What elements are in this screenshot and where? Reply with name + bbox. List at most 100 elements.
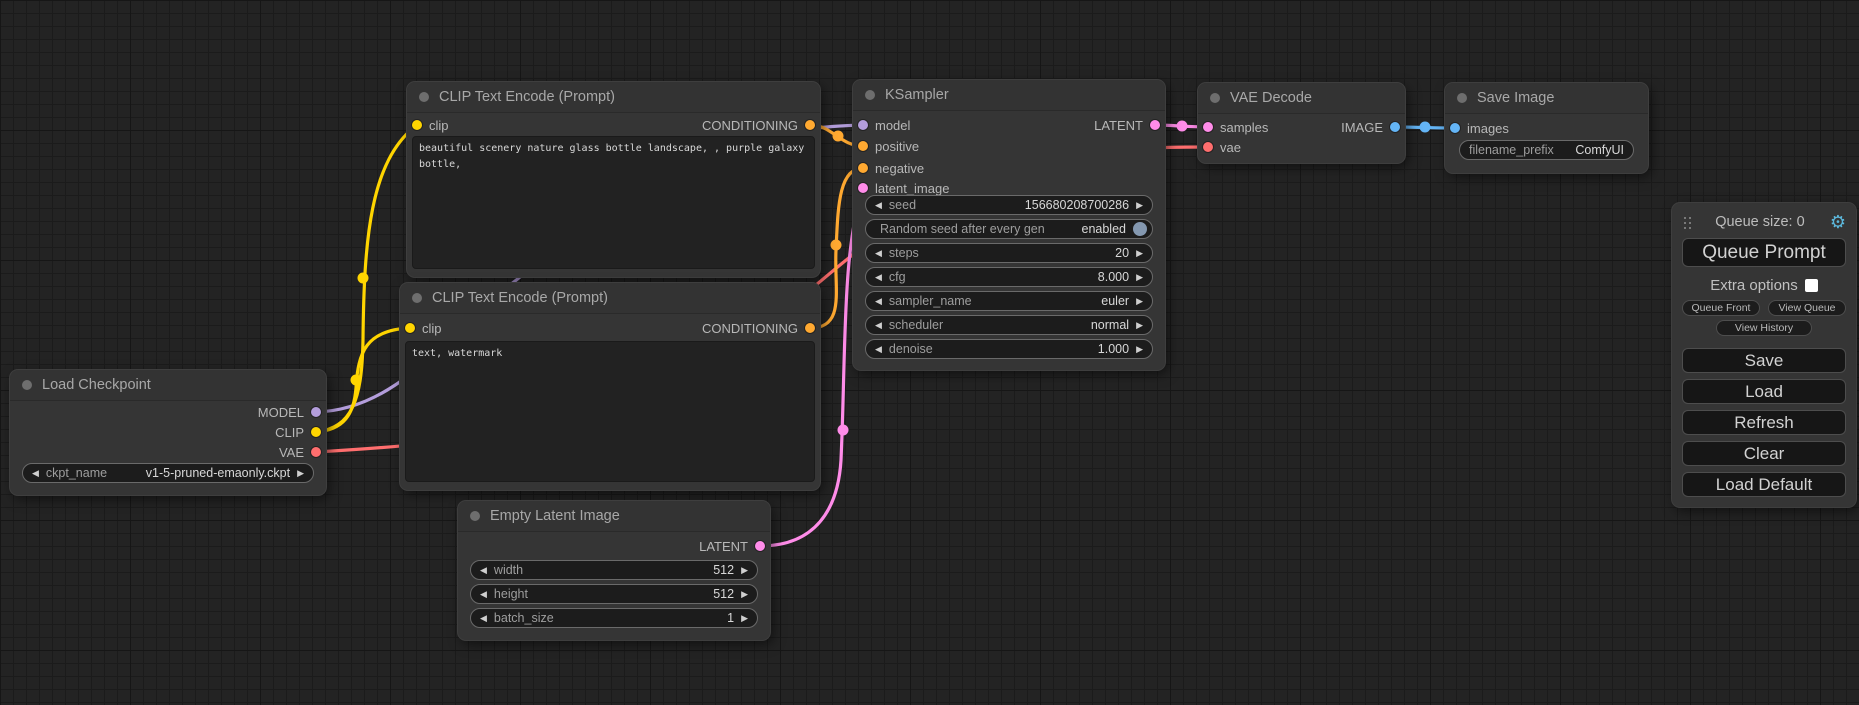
collapse-dot-icon[interactable]	[22, 380, 32, 390]
node-clip-text-encode-negative[interactable]: CLIP Text Encode (Prompt) clip CONDITION…	[400, 283, 820, 490]
input-clip: clip	[412, 115, 449, 135]
widget-value: 1	[727, 611, 734, 625]
sampler-name-widget[interactable]: ◀ sampler_name euler ▶	[865, 291, 1153, 311]
increment-arrow-icon[interactable]: ▶	[1136, 297, 1143, 306]
decrement-arrow-icon[interactable]: ◀	[875, 201, 882, 210]
increment-arrow-icon[interactable]: ▶	[1136, 345, 1143, 354]
clip-port-dot[interactable]	[412, 120, 422, 130]
scheduler-widget[interactable]: ◀ scheduler normal ▶	[865, 315, 1153, 335]
decrement-arrow-icon[interactable]: ◀	[875, 297, 882, 306]
increment-arrow-icon[interactable]: ▶	[741, 614, 748, 623]
widget-label: width	[494, 563, 523, 577]
widget-label: filename_prefix	[1469, 143, 1554, 157]
decrement-arrow-icon[interactable]: ◀	[875, 345, 882, 354]
ckpt-name-widget[interactable]: ◀ ckpt_name v1-5-pruned-emaonly.ckpt ▶	[22, 463, 314, 483]
load-default-button[interactable]: Load Default	[1682, 472, 1846, 497]
widget-value: 156680208700286	[1025, 198, 1129, 212]
collapse-dot-icon[interactable]	[412, 293, 422, 303]
conditioning-port-dot[interactable]	[805, 120, 815, 130]
collapse-dot-icon[interactable]	[865, 90, 875, 100]
decrement-arrow-icon[interactable]: ◀	[32, 469, 39, 478]
node-load-checkpoint[interactable]: Load Checkpoint MODEL CLIP VAE ◀ ckpt_na…	[10, 370, 326, 495]
latent-port-dot[interactable]	[1150, 120, 1160, 130]
width-widget[interactable]: ◀ width 512 ▶	[470, 560, 758, 580]
image-port-dot[interactable]	[1390, 122, 1400, 132]
clip-port-dot[interactable]	[311, 427, 321, 437]
random-seed-toggle-widget[interactable]: Random seed after every gen enabled	[865, 219, 1153, 239]
positive-prompt-textarea[interactable]: beautiful scenery nature glass bottle la…	[412, 136, 815, 269]
decrement-arrow-icon[interactable]: ◀	[875, 273, 882, 282]
output-image: IMAGE	[1341, 117, 1400, 137]
output-model: MODEL	[258, 402, 321, 422]
negative-prompt-textarea[interactable]: text, watermark	[405, 341, 815, 482]
increment-arrow-icon[interactable]: ▶	[1136, 321, 1143, 330]
save-button[interactable]: Save	[1682, 348, 1846, 373]
load-button[interactable]: Load	[1682, 379, 1846, 404]
steps-widget[interactable]: ◀ steps 20 ▶	[865, 243, 1153, 263]
link-dot	[833, 131, 844, 142]
node-title-bar: Empty Latent Image	[458, 501, 770, 532]
increment-arrow-icon[interactable]: ▶	[1136, 201, 1143, 210]
widget-label: ckpt_name	[46, 466, 107, 480]
latent-port-dot[interactable]	[1203, 122, 1213, 132]
collapse-dot-icon[interactable]	[419, 92, 429, 102]
conditioning-port-dot[interactable]	[858, 141, 868, 151]
decrement-arrow-icon[interactable]: ◀	[875, 321, 882, 330]
batch-size-widget[interactable]: ◀ batch_size 1 ▶	[470, 608, 758, 628]
decrement-arrow-icon[interactable]: ◀	[480, 614, 487, 623]
cfg-widget[interactable]: ◀ cfg 8.000 ▶	[865, 267, 1153, 287]
node-empty-latent-image[interactable]: Empty Latent Image LATENT ◀ width 512 ▶ …	[458, 501, 770, 640]
queue-front-button[interactable]: Queue Front	[1682, 300, 1760, 316]
latent-port-dot[interactable]	[755, 541, 765, 551]
increment-arrow-icon[interactable]: ▶	[1136, 249, 1143, 258]
drag-handle-icon[interactable]	[1684, 217, 1686, 219]
filename-prefix-widget[interactable]: filename_prefix ComfyUI	[1459, 140, 1634, 160]
refresh-button[interactable]: Refresh	[1682, 410, 1846, 435]
view-queue-button[interactable]: View Queue	[1768, 300, 1846, 316]
node-title: CLIP Text Encode (Prompt)	[439, 89, 615, 105]
port-label: clip	[429, 118, 449, 133]
node-vae-decode[interactable]: VAE Decode samples vae IMAGE	[1198, 83, 1405, 163]
image-port-dot[interactable]	[1450, 123, 1460, 133]
vae-port-dot[interactable]	[1203, 142, 1213, 152]
extra-options-label: Extra options	[1710, 277, 1798, 294]
vae-port-dot[interactable]	[311, 447, 321, 457]
clear-button[interactable]: Clear	[1682, 441, 1846, 466]
queue-prompt-button[interactable]: Queue Prompt	[1682, 238, 1846, 267]
toggle-knob[interactable]	[1133, 222, 1147, 236]
collapse-dot-icon[interactable]	[1210, 93, 1220, 103]
increment-arrow-icon[interactable]: ▶	[741, 590, 748, 599]
view-history-button[interactable]: View History	[1716, 320, 1812, 336]
decrement-arrow-icon[interactable]: ◀	[480, 566, 487, 575]
node-title-bar: VAE Decode	[1198, 83, 1405, 114]
widget-label: denoise	[889, 342, 933, 356]
collapse-dot-icon[interactable]	[470, 511, 480, 521]
increment-arrow-icon[interactable]: ▶	[741, 566, 748, 575]
node-ksampler[interactable]: KSampler model positive negative latent_…	[853, 80, 1165, 370]
output-conditioning: CONDITIONING	[702, 115, 815, 135]
increment-arrow-icon[interactable]: ▶	[297, 469, 304, 478]
settings-gear-icon[interactable]: ⚙	[1830, 213, 1846, 231]
input-images: images	[1450, 118, 1509, 138]
height-widget[interactable]: ◀ height 512 ▶	[470, 584, 758, 604]
decrement-arrow-icon[interactable]: ◀	[875, 249, 882, 258]
conditioning-port-dot[interactable]	[858, 163, 868, 173]
node-save-image[interactable]: Save Image images filename_prefix ComfyU…	[1445, 83, 1648, 173]
denoise-widget[interactable]: ◀ denoise 1.000 ▶	[865, 339, 1153, 359]
model-port-dot[interactable]	[858, 120, 868, 130]
seed-widget[interactable]: ◀ seed 156680208700286 ▶	[865, 195, 1153, 215]
clip-port-dot[interactable]	[405, 323, 415, 333]
output-latent: LATENT	[1094, 115, 1160, 135]
link-dot	[351, 375, 362, 386]
latent-port-dot[interactable]	[858, 183, 868, 193]
collapse-dot-icon[interactable]	[1457, 93, 1467, 103]
model-port-dot[interactable]	[311, 407, 321, 417]
extra-options-checkbox[interactable]	[1805, 279, 1818, 292]
history-row: View History	[1682, 320, 1846, 336]
conditioning-port-dot[interactable]	[805, 323, 815, 333]
node-clip-text-encode-positive[interactable]: CLIP Text Encode (Prompt) clip CONDITION…	[407, 82, 820, 277]
port-label: vae	[1220, 140, 1241, 155]
widget-label: sampler_name	[889, 294, 972, 308]
increment-arrow-icon[interactable]: ▶	[1136, 273, 1143, 282]
decrement-arrow-icon[interactable]: ◀	[480, 590, 487, 599]
